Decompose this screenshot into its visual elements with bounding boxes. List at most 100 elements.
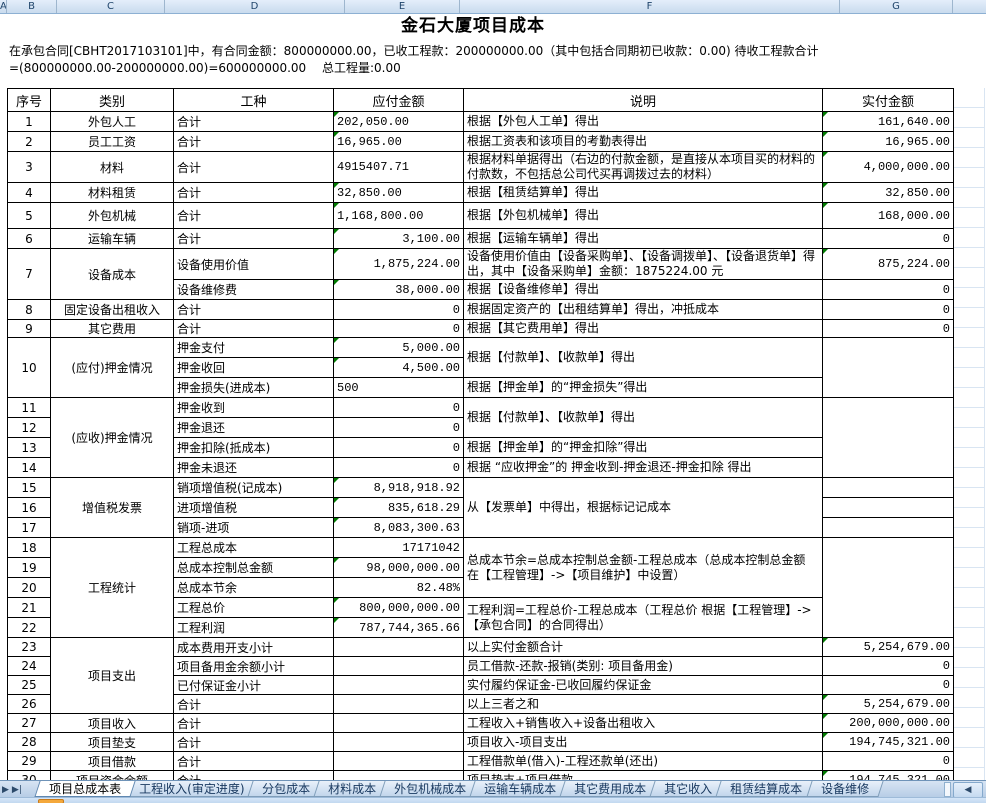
cell-amount-paid[interactable] — [823, 498, 954, 518]
cell-worktype[interactable]: 押金未退还 — [174, 458, 334, 478]
cell-amount-payable[interactable]: 500 — [334, 378, 464, 398]
cell-amount-payable[interactable]: 16,965.00 — [334, 132, 464, 152]
cell-row-number[interactable]: 1 — [8, 112, 51, 132]
cell-worktype[interactable]: 成本费用开支小计 — [174, 638, 334, 657]
cell-row-number[interactable]: 28 — [8, 733, 51, 752]
sheet-tab-外包机械成本[interactable]: 外包机械成本 — [380, 781, 481, 797]
cell-description[interactable]: 根据固定资产的【出租结算单】得出，冲抵成本 — [464, 300, 823, 320]
cell-amount-payable[interactable]: 787,744,365.66 — [334, 618, 464, 638]
contract-summary-cell[interactable]: 在承包合同[CBHT2017103101]中，有合同金额：800000000.0… — [7, 38, 953, 88]
cell-worktype[interactable]: 押金扣除(抵成本) — [174, 438, 334, 458]
cell-worktype[interactable]: 已付保证金小计 — [174, 676, 334, 695]
cell-description[interactable]: 根据【外包人工单】得出 — [464, 112, 823, 132]
cell-worktype[interactable]: 设备使用价值 — [174, 249, 334, 280]
cell-category[interactable]: 项目借款 — [51, 752, 174, 771]
cell-amount-payable[interactable]: 17171042 — [334, 538, 464, 558]
cell-category[interactable]: 材料 — [51, 152, 174, 183]
cell-category[interactable]: (应收)押金情况 — [51, 398, 174, 478]
cell-worktype[interactable]: 工程总成本 — [174, 538, 334, 558]
cell-category[interactable]: 项目收入 — [51, 714, 174, 733]
table-header-cell-3[interactable]: 应付金额 — [334, 89, 464, 112]
cell-worktype[interactable]: 项目备用金余额小计 — [174, 657, 334, 676]
cell-worktype[interactable]: 押金损失(进成本) — [174, 378, 334, 398]
sheet-tab-运输车辆成本[interactable]: 运输车辆成本 — [470, 781, 571, 797]
cell-amount-paid[interactable]: 16,965.00 — [823, 132, 954, 152]
cell-amount-paid[interactable]: 0 — [823, 280, 954, 300]
cell-description[interactable]: 根据【押金单】的“押金扣除”得出 — [464, 438, 823, 458]
cell-amount-paid[interactable] — [823, 478, 954, 498]
cell-amount-payable[interactable] — [334, 638, 464, 657]
cell-description[interactable]: 根据【外包机械单】得出 — [464, 203, 823, 229]
column-letter-B[interactable]: B — [7, 0, 57, 13]
cell-amount-paid[interactable]: 875,224.00 — [823, 249, 954, 280]
cell-worktype[interactable]: 总成本控制总金额 — [174, 558, 334, 578]
cell-category[interactable]: 固定设备出租收入 — [51, 300, 174, 320]
cell-amount-paid[interactable]: 168,000.00 — [823, 203, 954, 229]
cell-amount-paid[interactable]: 0 — [823, 752, 954, 771]
cell-description[interactable]: 从【发票单】中得出，根据标记记成本 — [464, 478, 823, 538]
column-letter-C[interactable]: C — [57, 0, 165, 13]
cell-worktype[interactable]: 合计 — [174, 229, 334, 249]
cell-description[interactable]: 根据【付款单】、【收款单】得出 — [464, 338, 823, 378]
column-letter-G[interactable]: G — [840, 0, 953, 13]
cell-description[interactable]: 以上实付金额合计 — [464, 638, 823, 657]
cell-description[interactable]: 设备使用价值由【设备采购单】、【设备调拨单】、【设备退货单】得出，其中【设备采购… — [464, 249, 823, 280]
cell-description[interactable]: 根据工资表和该项目的考勤表得出 — [464, 132, 823, 152]
cell-amount-paid[interactable]: 32,850.00 — [823, 183, 954, 203]
cell-amount-payable[interactable] — [334, 752, 464, 771]
cell-worktype[interactable]: 押金退还 — [174, 418, 334, 438]
cell-description[interactable]: 根据【租赁结算单】得出 — [464, 183, 823, 203]
cell-row-number[interactable]: 16 — [8, 498, 51, 518]
cell-amount-payable[interactable] — [334, 733, 464, 752]
cell-description[interactable]: 根据材料单据得出（右边的付款金额，是直接从本项目买的材料的付款数，不包括总公司代… — [464, 152, 823, 183]
cell-worktype[interactable]: 合计 — [174, 733, 334, 752]
sheet-tab-租赁结算成本[interactable]: 租赁结算成本 — [716, 781, 817, 797]
cell-row-number[interactable]: 17 — [8, 518, 51, 538]
cell-worktype[interactable]: 合计 — [174, 695, 334, 714]
table-header-cell-2[interactable]: 工种 — [174, 89, 334, 112]
cell-row-number[interactable]: 27 — [8, 714, 51, 733]
cell-amount-paid[interactable]: 0 — [823, 320, 954, 338]
cell-amount-payable[interactable]: 0 — [334, 300, 464, 320]
cell-row-number[interactable]: 25 — [8, 676, 51, 695]
table-header-cell-5[interactable]: 实付金额 — [823, 89, 954, 112]
cell-worktype[interactable]: 合计 — [174, 152, 334, 183]
cell-category[interactable]: 外包机械 — [51, 203, 174, 229]
cell-row-number[interactable]: 24 — [8, 657, 51, 676]
cell-category[interactable]: 项目支出 — [51, 638, 174, 714]
column-letter-A[interactable]: A — [0, 0, 7, 13]
cell-category[interactable]: 其它费用 — [51, 320, 174, 338]
cell-row-number[interactable]: 6 — [8, 229, 51, 249]
cell-amount-paid[interactable]: 161,640.00 — [823, 112, 954, 132]
cell-worktype[interactable]: 销项增值税(记成本) — [174, 478, 334, 498]
cell-worktype[interactable]: 押金支付 — [174, 338, 334, 358]
cell-description[interactable]: 工程收入+销售收入+设备出租收入 — [464, 714, 823, 733]
sheet-tab-其它费用成本[interactable]: 其它费用成本 — [560, 781, 661, 797]
cell-amount-payable[interactable] — [334, 695, 464, 714]
cell-amount-payable[interactable]: 4,500.00 — [334, 358, 464, 378]
cell-worktype[interactable]: 押金收回 — [174, 358, 334, 378]
cell-amount-payable[interactable]: 0 — [334, 320, 464, 338]
cell-amount-paid[interactable]: 0 — [823, 229, 954, 249]
sheet-tab-工程收入(审定进度)[interactable]: 工程收入(审定进度) — [124, 781, 259, 797]
cell-amount-paid[interactable]: 194,745,321.00 — [823, 733, 954, 752]
cell-description[interactable]: 总成本节余=总成本控制总金额-工程总成本（总成本控制总金额 在【工程管理】->【… — [464, 538, 823, 598]
cell-amount-paid[interactable]: 4,000,000.00 — [823, 152, 954, 183]
cell-worktype[interactable]: 合计 — [174, 203, 334, 229]
table-header-cell-4[interactable]: 说明 — [464, 89, 823, 112]
cell-description[interactable]: 根据【押金单】的“押金损失”得出 — [464, 378, 823, 398]
cell-amount-payable[interactable]: 0 — [334, 458, 464, 478]
cell-amount-paid[interactable]: 5,254,679.00 — [823, 638, 954, 657]
column-letter-E[interactable]: E — [345, 0, 460, 13]
empty-grid-area[interactable] — [954, 88, 984, 780]
cell-category[interactable]: (应付)押金情况 — [51, 338, 174, 398]
cell-row-number[interactable]: 12 — [8, 418, 51, 438]
table-header-cell-0[interactable]: 序号 — [8, 89, 51, 112]
cell-worktype[interactable]: 总成本节余 — [174, 578, 334, 598]
cell-amount-paid[interactable] — [823, 538, 954, 638]
cell-worktype[interactable]: 合计 — [174, 112, 334, 132]
cell-category[interactable]: 项目垫支 — [51, 733, 174, 752]
cell-row-number[interactable]: 7 — [8, 249, 51, 300]
cell-amount-paid[interactable]: 200,000,000.00 — [823, 714, 954, 733]
cell-row-number[interactable]: 8 — [8, 300, 51, 320]
